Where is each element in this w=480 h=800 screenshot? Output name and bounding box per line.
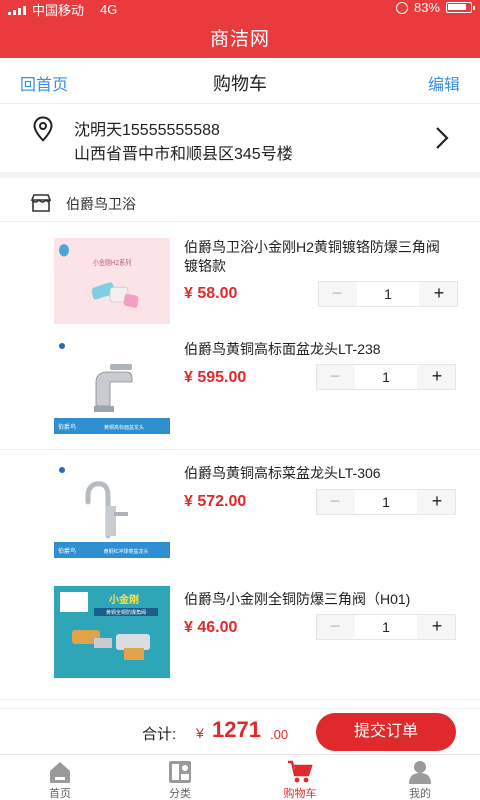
product-thumbnail[interactable]: 伯爵鸟 黄铜高标面盆龙头	[54, 338, 170, 434]
address-detail: 山西省晋中市和顺县区345号楼	[74, 146, 293, 163]
quantity-stepper: − 1 +	[316, 614, 456, 640]
tab-mine[interactable]: 我的	[360, 755, 480, 800]
total-currency: ¥	[196, 725, 204, 741]
page-header: 回首页 购物车 编辑	[0, 58, 480, 104]
product-name[interactable]: 伯爵鸟卫浴小金刚H2黄铜镀铬防爆三角阀 镀铬款	[184, 238, 454, 276]
product-price: ¥ 58.00	[184, 285, 238, 302]
store-header[interactable]: 伯爵鸟卫浴	[0, 184, 480, 222]
cart-item: 伯爵鸟 黄铜红冲球菜盆龙头 伯爵鸟黄铜高标菜盆龙头LT-306 ¥ 572.00…	[0, 450, 480, 576]
signal-icon	[8, 5, 26, 15]
product-price: ¥ 46.00	[184, 619, 238, 636]
thumb-caption-text: 黄铜红冲球菜盆龙头	[103, 548, 148, 555]
total-label: 合计:	[142, 726, 177, 743]
edit-button[interactable]: 编辑	[428, 71, 460, 95]
thumb-title-text: 小金刚	[108, 593, 139, 606]
increase-button[interactable]: +	[419, 365, 455, 389]
total-decimals: .00	[270, 727, 289, 742]
shipping-address[interactable]: 沈明天15555555588 山西省晋中市和顺县区345号楼	[0, 104, 480, 178]
chevron-right-icon	[436, 127, 449, 149]
quantity-stepper: − 1 +	[316, 364, 456, 390]
increase-button[interactable]: +	[419, 615, 455, 639]
quantity-field[interactable]: 1	[355, 615, 417, 639]
product-price: ¥ 572.00	[184, 493, 247, 510]
cart-item: 伯爵鸟 黄铜高标面盆龙头 伯爵鸟黄铜高标面盆龙头LT-238 ¥ 595.00 …	[0, 324, 480, 450]
user-icon	[409, 761, 431, 784]
tab-cart[interactable]: 购物车	[240, 755, 360, 800]
increase-button[interactable]: +	[419, 490, 455, 514]
tab-label: 我的	[409, 788, 431, 800]
app-title: 商洁网	[209, 29, 270, 50]
battery-icon	[446, 2, 475, 13]
thumb-caption-text: 黄铜高标面盆龙头	[104, 424, 144, 431]
tab-label: 购物车	[283, 788, 317, 800]
thumb-brand-text: 伯爵鸟	[58, 547, 76, 555]
thumb-sub-text: 黄铜全铜防爆角阀	[106, 609, 146, 616]
product-name[interactable]: 伯爵鸟黄铜高标面盆龙头LT-238	[184, 340, 454, 359]
location-pin-icon	[33, 116, 53, 142]
decrease-button[interactable]: −	[317, 615, 353, 639]
bottom-tab-bar: 首页 分类 购物车 我的	[0, 754, 480, 800]
product-price: ¥ 595.00	[184, 369, 247, 386]
shop-icon	[30, 194, 52, 212]
decrease-button[interactable]: −	[319, 282, 355, 306]
status-bar: 中国移动 4G 83%	[0, 0, 480, 18]
product-name[interactable]: 伯爵鸟小金刚全铜防爆三角阀（H01)	[184, 590, 454, 609]
product-thumbnail[interactable]: 伯爵鸟 黄铜红冲球菜盆龙头	[54, 462, 170, 558]
thumb-series-text: 小金刚H2系列	[93, 257, 132, 267]
product-name[interactable]: 伯爵鸟黄铜高标菜盆龙头LT-306	[184, 464, 454, 483]
product-thumbnail[interactable]: 小金刚 黄铜全铜防爆角阀	[54, 586, 170, 678]
quantity-field[interactable]: 1	[357, 282, 419, 306]
category-icon	[169, 761, 191, 783]
quantity-field[interactable]: 1	[355, 490, 417, 514]
decrease-button[interactable]: −	[317, 490, 353, 514]
rotation-lock-icon	[395, 1, 408, 14]
total-amount: 1271	[212, 717, 261, 742]
decrease-button[interactable]: −	[317, 365, 353, 389]
tab-home[interactable]: 首页	[0, 755, 120, 800]
home-icon	[50, 762, 70, 783]
store-name: 伯爵鸟卫浴	[66, 196, 136, 212]
checkout-bar: 合计: ¥ 1271 .00 提交订单	[0, 708, 480, 754]
network-label: 4G	[100, 2, 118, 17]
battery-percent: 83%	[413, 0, 440, 15]
tab-label: 首页	[49, 788, 71, 800]
submit-order-button[interactable]: 提交订单	[316, 713, 456, 751]
quantity-stepper: − 1 +	[316, 489, 456, 515]
tab-category[interactable]: 分类	[120, 755, 240, 800]
carrier-label: 中国移动	[32, 3, 85, 18]
quantity-field[interactable]: 1	[355, 365, 417, 389]
cart-item: 小金刚 黄铜全铜防爆角阀 伯爵鸟小金刚全铜防爆三角阀（H01) ¥ 46.00 …	[0, 574, 480, 700]
cart-icon	[288, 760, 313, 783]
thumb-brand-text: 伯爵鸟	[58, 423, 76, 431]
increase-button[interactable]: +	[421, 282, 457, 306]
quantity-stepper: − 1 +	[318, 281, 458, 307]
recipient-name-phone: 沈明天15555555588	[74, 122, 220, 139]
product-thumbnail[interactable]: 小金刚H2系列	[54, 238, 170, 334]
page-title: 购物车	[213, 74, 267, 94]
tab-label: 分类	[169, 788, 191, 800]
